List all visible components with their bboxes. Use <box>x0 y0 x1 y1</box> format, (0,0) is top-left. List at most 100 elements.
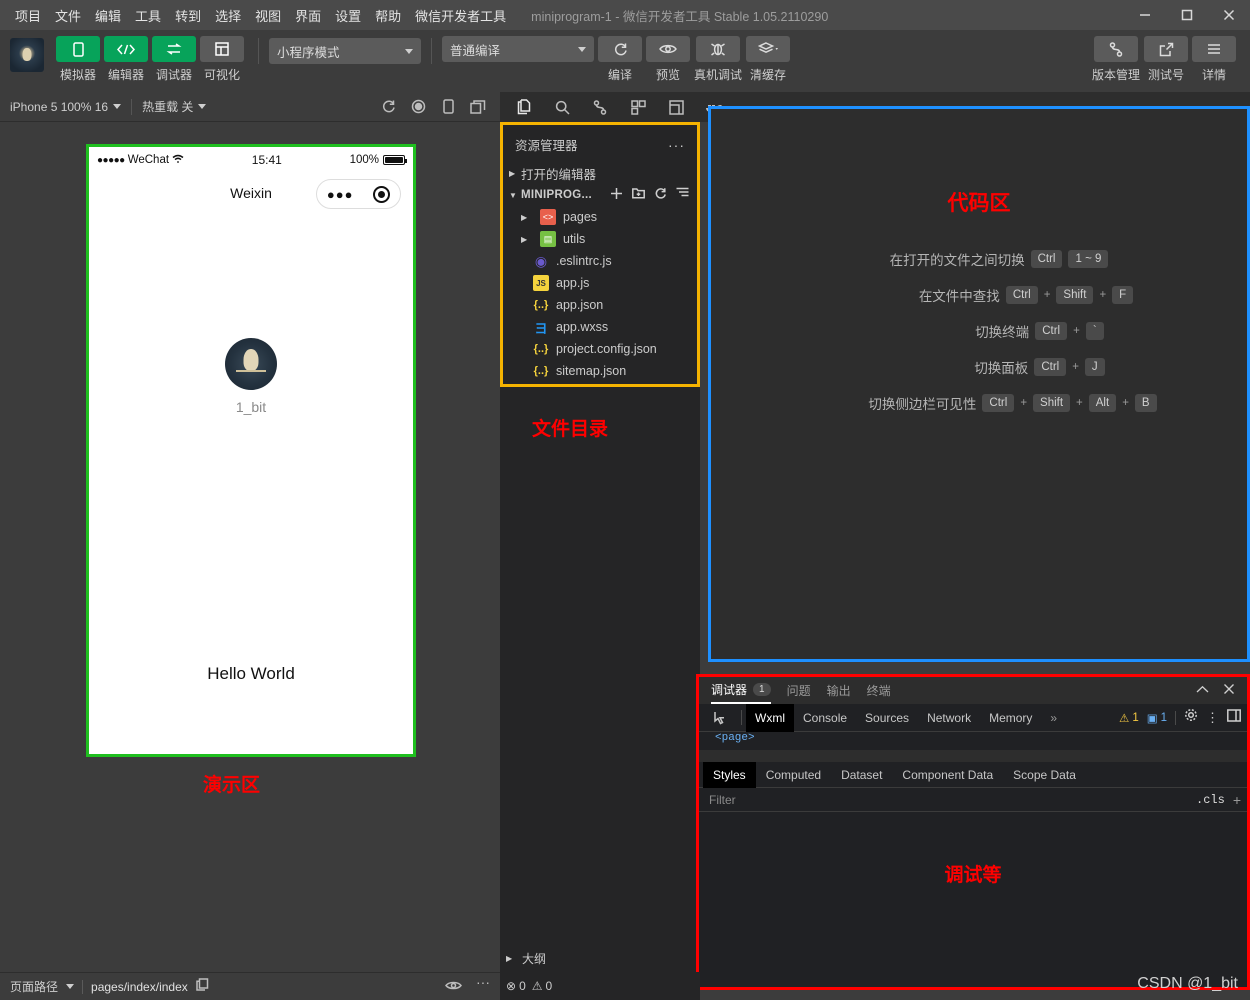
explorer-more-icon[interactable]: ··· <box>668 137 685 153</box>
test-account-button[interactable] <box>1144 36 1188 62</box>
menu-item-edit[interactable]: 编辑 <box>88 3 128 28</box>
phone-icon[interactable] <box>436 96 460 118</box>
menu-item-file[interactable]: 文件 <box>48 3 88 28</box>
toolbar-button-simulator[interactable]: 模拟器 <box>56 36 100 83</box>
outline-section[interactable]: ▶ 大纲 <box>500 944 700 972</box>
devtools-tab-console[interactable]: Console <box>794 704 856 732</box>
tab-computed[interactable]: Computed <box>756 762 831 788</box>
refresh-icon[interactable] <box>654 187 667 203</box>
add-rule-button[interactable]: + <box>1233 792 1241 808</box>
toolbar-button-debugger[interactable]: 调试器 <box>152 36 196 83</box>
tab-debugger[interactable]: 调试器 1 <box>711 677 771 704</box>
simulator-subbar: iPhone 5 100% 16 热重载 关 <box>0 92 500 122</box>
filter-input[interactable]: Filter <box>709 793 736 807</box>
warning-count[interactable]: ⚠ 1 <box>1119 711 1139 725</box>
list-item[interactable]: JS app.js <box>503 272 697 294</box>
filter-right-group: .cls + <box>1196 792 1247 808</box>
tab-component-data[interactable]: Component Data <box>892 762 1003 788</box>
explorer-project-row[interactable]: ▼ MINIPROG... <box>503 184 697 206</box>
list-item[interactable]: ◉ .eslintrc.js <box>503 250 697 272</box>
project-mode-select[interactable]: 小程序模式 <box>269 38 421 64</box>
menu-item-help[interactable]: 帮助 <box>368 3 408 28</box>
devtools-tab-network[interactable]: Network <box>918 704 980 732</box>
more-icon[interactable]: ··· <box>476 975 490 996</box>
search-icon[interactable] <box>550 96 574 118</box>
collapse-all-icon[interactable] <box>676 187 689 203</box>
menu-item-tools[interactable]: 工具 <box>128 3 168 28</box>
devtools-overflow-icon[interactable]: » <box>1041 704 1066 732</box>
phone-screen: ●●●●● WeChat 15:41 100% Weixin ●●● 1_bit… <box>89 147 413 754</box>
copy-icon[interactable] <box>196 977 209 996</box>
menu-item-project[interactable]: 项目 <box>8 3 48 28</box>
devtools-tab-wxml[interactable]: Wxml <box>746 703 794 732</box>
preview-button[interactable] <box>646 36 690 62</box>
close-icon[interactable] <box>1208 0 1250 30</box>
info-count[interactable]: ▣ 1 <box>1147 711 1167 725</box>
refresh-icon[interactable] <box>376 96 400 118</box>
hot-reload-selector[interactable]: 热重载 关 <box>132 98 216 115</box>
tab-scope-data[interactable]: Scope Data <box>1003 762 1086 788</box>
compile-mode-select[interactable]: 普通编译 <box>442 36 594 62</box>
inspect-icon[interactable] <box>705 704 737 732</box>
devtools-tab-sources[interactable]: Sources <box>856 704 918 732</box>
window-icon[interactable] <box>466 96 490 118</box>
collapse-icon[interactable] <box>1196 683 1209 698</box>
new-file-icon[interactable] <box>610 187 623 203</box>
status-time: 15:41 <box>251 153 282 167</box>
compile-action: 编译 <box>598 36 642 83</box>
list-item[interactable]: ▶ ▤ utils <box>503 228 697 250</box>
menu-item-settings[interactable]: 设置 <box>328 3 368 28</box>
list-item[interactable]: {..} app.json <box>503 294 697 316</box>
details-button[interactable] <box>1192 36 1236 62</box>
shortcut-key: J <box>1084 358 1105 376</box>
capsule-menu[interactable]: ●●● <box>316 179 401 209</box>
test-account-label: 测试号 <box>1147 68 1184 82</box>
tab-dataset[interactable]: Dataset <box>831 762 892 788</box>
layout-icon[interactable] <box>664 96 688 118</box>
tab-terminal[interactable]: 终端 <box>867 677 891 704</box>
menu-item-view[interactable]: 视图 <box>248 3 288 28</box>
shortcut-key: Alt <box>1088 394 1117 412</box>
maximize-icon[interactable] <box>1166 0 1208 30</box>
devtools-tab-memory[interactable]: Memory <box>980 704 1041 732</box>
menu-item-interface[interactable]: 界面 <box>288 3 328 28</box>
real-device-debug-button[interactable] <box>696 36 740 62</box>
toolbar-button-visualize[interactable]: 可视化 <box>200 36 244 83</box>
error-count[interactable]: ⊗ 0 <box>506 979 526 993</box>
minimize-icon[interactable] <box>1124 0 1166 30</box>
menu-item-devtools[interactable]: 微信开发者工具 <box>408 3 513 28</box>
tab-output[interactable]: 输出 <box>827 677 851 704</box>
shortcut-label: 在文件中查找 <box>918 289 1000 304</box>
warning-count[interactable]: ⚠ 0 <box>532 979 552 993</box>
panel-splitter[interactable] <box>699 750 1247 762</box>
extensions-icon[interactable] <box>626 96 650 118</box>
gear-icon[interactable] <box>1184 708 1198 727</box>
clear-cache-button[interactable] <box>746 36 791 62</box>
dock-icon[interactable] <box>1227 708 1241 727</box>
menu-item-select[interactable]: 选择 <box>208 3 248 28</box>
cls-button[interactable]: .cls <box>1196 793 1225 807</box>
toolbar-button-editor[interactable]: 编辑器 <box>104 36 148 83</box>
tab-styles[interactable]: Styles <box>703 761 756 788</box>
record-icon[interactable] <box>406 96 430 118</box>
page-path-selector[interactable]: 页面路径 <box>10 978 58 995</box>
list-item[interactable]: {..} sitemap.json <box>503 360 697 382</box>
device-selector[interactable]: iPhone 5 100% 16 <box>0 100 131 114</box>
files-icon[interactable] <box>512 96 536 118</box>
explorer-open-editors[interactable]: ▶ 打开的编辑器 <box>503 162 697 184</box>
shortcut-row: 在文件中查找 Ctrl + Shift + F <box>711 285 1247 305</box>
shortcut-key: Ctrl <box>1034 358 1067 376</box>
list-item[interactable]: {..} project.config.json <box>503 338 697 360</box>
close-icon[interactable] <box>1223 683 1235 698</box>
menu-item-goto[interactable]: 转到 <box>168 3 208 28</box>
tab-problems[interactable]: 问题 <box>787 677 811 704</box>
source-control-icon[interactable] <box>588 96 612 118</box>
kebab-icon[interactable]: ⋮ <box>1206 711 1219 724</box>
warning-triangle-icon: ⚠ <box>531 979 543 993</box>
eye-icon[interactable] <box>445 978 462 996</box>
new-folder-icon[interactable] <box>632 187 645 203</box>
list-item[interactable]: ▶ <> pages <box>503 206 697 228</box>
list-item[interactable]: ヨ app.wxss <box>503 316 697 338</box>
version-control-button[interactable] <box>1093 36 1138 62</box>
compile-button[interactable] <box>598 36 642 62</box>
